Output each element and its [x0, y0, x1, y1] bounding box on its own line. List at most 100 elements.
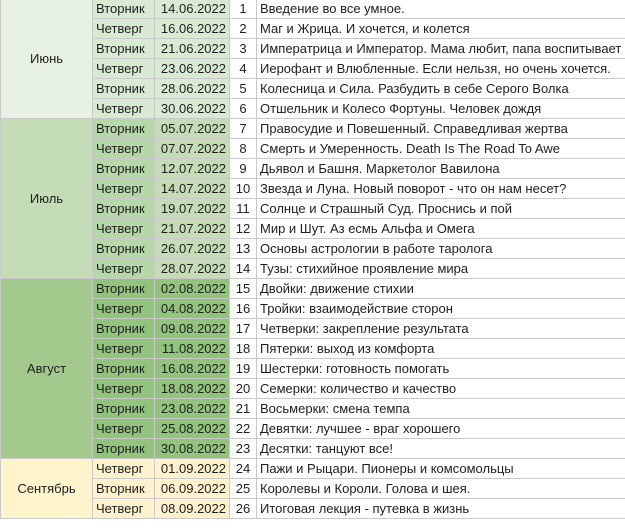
day-cell[interactable]: Четверг — [92, 98, 155, 119]
day-cell[interactable]: Четверг — [92, 258, 155, 279]
lesson-number-cell[interactable]: 10 — [229, 178, 257, 199]
topic-cell[interactable]: Шестерки: готовность помогать — [256, 358, 625, 379]
lesson-number-cell[interactable]: 14 — [229, 258, 257, 279]
date-cell[interactable]: 28.06.2022 — [154, 78, 230, 99]
topic-cell[interactable]: Двойки: движение стихии — [256, 278, 625, 299]
topic-cell[interactable]: Пятерки: выход из комфорта — [256, 338, 625, 359]
lesson-number-cell[interactable]: 11 — [229, 198, 257, 219]
lesson-number-cell[interactable]: 13 — [229, 238, 257, 259]
lesson-number-cell[interactable]: 7 — [229, 118, 257, 139]
day-cell[interactable]: Вторник — [92, 198, 155, 219]
day-cell[interactable]: Вторник — [92, 238, 155, 259]
day-cell[interactable]: Вторник — [92, 358, 155, 379]
date-cell[interactable]: 23.06.2022 — [154, 58, 230, 79]
day-cell[interactable]: Четверг — [92, 498, 155, 519]
topic-cell[interactable]: Восьмерки: смена темпа — [256, 398, 625, 419]
date-cell[interactable]: 21.06.2022 — [154, 38, 230, 59]
date-cell[interactable]: 30.08.2022 — [154, 438, 230, 459]
topic-cell[interactable]: Десятки: танцуют все! — [256, 438, 625, 459]
lesson-number-cell[interactable]: 17 — [229, 318, 257, 339]
day-cell[interactable]: Вторник — [92, 398, 155, 419]
lesson-number-cell[interactable]: 16 — [229, 298, 257, 319]
date-cell[interactable]: 26.07.2022 — [154, 238, 230, 259]
topic-cell[interactable]: Мир и Шут. Аз есмь Альфа и Омега — [256, 218, 625, 239]
date-cell[interactable]: 18.08.2022 — [154, 378, 230, 399]
day-cell[interactable]: Вторник — [92, 118, 155, 139]
topic-cell[interactable]: Королевы и Короли. Голова и шея. — [256, 478, 625, 499]
lesson-number-cell[interactable]: 23 — [229, 438, 257, 459]
topic-cell[interactable]: Дьявол и Башня. Маркетолог Вавилона — [256, 158, 625, 179]
topic-cell[interactable]: Четверки: закрепление результата — [256, 318, 625, 339]
date-cell[interactable]: 09.08.2022 — [154, 318, 230, 339]
topic-cell[interactable]: Отшельник и Колесо Фортуны. Человек дожд… — [256, 98, 625, 119]
month-cell[interactable]: Июнь — [0, 0, 93, 119]
topic-cell[interactable]: Правосудие и Повешенный. Справедливая же… — [256, 118, 625, 139]
lesson-number-cell[interactable]: 8 — [229, 138, 257, 159]
topic-cell[interactable]: Императрица и Император. Мама любит, пап… — [256, 38, 625, 59]
topic-cell[interactable]: Основы астрологии в работе таролога — [256, 238, 625, 259]
lesson-number-cell[interactable]: 24 — [229, 458, 257, 479]
topic-cell[interactable]: Колесница и Сила. Разбудить в себе Серог… — [256, 78, 625, 99]
topic-cell[interactable]: Введение во все умное. — [256, 0, 625, 19]
day-cell[interactable]: Четверг — [92, 138, 155, 159]
lesson-number-cell[interactable]: 12 — [229, 218, 257, 239]
date-cell[interactable]: 02.08.2022 — [154, 278, 230, 299]
lesson-number-cell[interactable]: 9 — [229, 158, 257, 179]
date-cell[interactable]: 14.06.2022 — [154, 0, 230, 19]
lesson-number-cell[interactable]: 3 — [229, 38, 257, 59]
day-cell[interactable]: Вторник — [92, 438, 155, 459]
lesson-number-cell[interactable]: 22 — [229, 418, 257, 439]
lesson-number-cell[interactable]: 4 — [229, 58, 257, 79]
topic-cell[interactable]: Тузы: стихийное проявление мира — [256, 258, 625, 279]
lesson-number-cell[interactable]: 2 — [229, 18, 257, 39]
date-cell[interactable]: 01.09.2022 — [154, 458, 230, 479]
day-cell[interactable]: Вторник — [92, 38, 155, 59]
lesson-number-cell[interactable]: 20 — [229, 378, 257, 399]
month-cell[interactable]: Сентябрь — [0, 458, 93, 519]
topic-cell[interactable]: Солнце и Страшный Суд. Проснись и пой — [256, 198, 625, 219]
day-cell[interactable]: Четверг — [92, 378, 155, 399]
day-cell[interactable]: Четверг — [92, 58, 155, 79]
day-cell[interactable]: Вторник — [92, 78, 155, 99]
day-cell[interactable]: Четверг — [92, 178, 155, 199]
day-cell[interactable]: Четверг — [92, 18, 155, 39]
date-cell[interactable]: 08.09.2022 — [154, 498, 230, 519]
date-cell[interactable]: 14.07.2022 — [154, 178, 230, 199]
topic-cell[interactable]: Маг и Жрица. И хочется, и колется — [256, 18, 625, 39]
date-cell[interactable]: 12.07.2022 — [154, 158, 230, 179]
month-cell[interactable]: Июль — [0, 118, 93, 279]
day-cell[interactable]: Четверг — [92, 338, 155, 359]
lesson-number-cell[interactable]: 6 — [229, 98, 257, 119]
lesson-number-cell[interactable]: 19 — [229, 358, 257, 379]
month-cell[interactable]: Август — [0, 278, 93, 459]
lesson-number-cell[interactable]: 5 — [229, 78, 257, 99]
date-cell[interactable]: 16.06.2022 — [154, 18, 230, 39]
topic-cell[interactable]: Иерофант и Влюбленные. Если нельзя, но о… — [256, 58, 625, 79]
topic-cell[interactable]: Итоговая лекция - путевка в жизнь — [256, 498, 625, 519]
day-cell[interactable]: Вторник — [92, 478, 155, 499]
date-cell[interactable]: 30.06.2022 — [154, 98, 230, 119]
lesson-number-cell[interactable]: 26 — [229, 498, 257, 519]
topic-cell[interactable]: Звезда и Луна. Новый поворот - что он на… — [256, 178, 625, 199]
lesson-number-cell[interactable]: 25 — [229, 478, 257, 499]
date-cell[interactable]: 11.08.2022 — [154, 338, 230, 359]
date-cell[interactable]: 07.07.2022 — [154, 138, 230, 159]
date-cell[interactable]: 05.07.2022 — [154, 118, 230, 139]
day-cell[interactable]: Четверг — [92, 418, 155, 439]
topic-cell[interactable]: Смерть и Умеренность. Death Is The Road … — [256, 138, 625, 159]
day-cell[interactable]: Вторник — [92, 318, 155, 339]
topic-cell[interactable]: Тройки: взаимодействие сторон — [256, 298, 625, 319]
date-cell[interactable]: 28.07.2022 — [154, 258, 230, 279]
lesson-number-cell[interactable]: 1 — [229, 0, 257, 19]
topic-cell[interactable]: Пажи и Рыцари. Пионеры и комсомольцы — [256, 458, 625, 479]
date-cell[interactable]: 25.08.2022 — [154, 418, 230, 439]
lesson-number-cell[interactable]: 15 — [229, 278, 257, 299]
day-cell[interactable]: Вторник — [92, 158, 155, 179]
date-cell[interactable]: 19.07.2022 — [154, 198, 230, 219]
date-cell[interactable]: 21.07.2022 — [154, 218, 230, 239]
date-cell[interactable]: 06.09.2022 — [154, 478, 230, 499]
topic-cell[interactable]: Семерки: количество и качество — [256, 378, 625, 399]
lesson-number-cell[interactable]: 21 — [229, 398, 257, 419]
date-cell[interactable]: 23.08.2022 — [154, 398, 230, 419]
day-cell[interactable]: Вторник — [92, 0, 155, 19]
